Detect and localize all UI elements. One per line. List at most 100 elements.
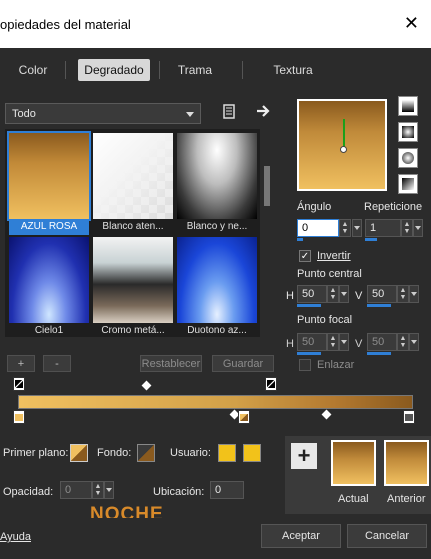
color-stop-swatch — [15, 414, 23, 421]
tab-texture[interactable]: Textura — [258, 59, 328, 81]
center-point-label: Punto central — [297, 268, 362, 280]
angle-slider[interactable] — [297, 238, 303, 241]
center-v-stepper[interactable]: ▲ ▼ — [397, 285, 409, 303]
transparency-stop[interactable] — [13, 377, 25, 391]
center-h-label: H — [286, 290, 294, 302]
previous-swatch-preview — [386, 442, 427, 484]
color-stop[interactable] — [13, 410, 25, 424]
gallery-scrollbar[interactable] — [262, 140, 272, 337]
radial-style-button[interactable] — [398, 148, 418, 168]
gradient-thumb-label: Blanco aten... — [102, 221, 164, 232]
user-color-swatch[interactable] — [218, 444, 236, 462]
opacity-stepper[interactable]: ▲ ▼ — [92, 481, 104, 499]
add-gradient-button[interactable]: + — [7, 355, 35, 372]
gradient-bar[interactable] — [18, 395, 413, 409]
remove-gradient-button[interactable]: - — [43, 355, 71, 372]
gradient-thumb[interactable]: AZUL ROSA — [7, 131, 91, 235]
previous-swatch[interactable] — [384, 440, 429, 486]
foreground-swatch[interactable] — [70, 444, 88, 462]
category-dropdown[interactable]: Todo — [5, 103, 201, 124]
focal-v-dropdown-button[interactable] — [409, 333, 419, 351]
close-icon[interactable]: ✕ — [404, 13, 419, 34]
invert-checkbox[interactable]: ✓ — [299, 250, 311, 262]
linear-style-button[interactable] — [398, 96, 418, 116]
color-stop[interactable] — [238, 410, 250, 424]
center-v-dropdown-button[interactable] — [409, 285, 419, 303]
gradient-gallery: AZUL ROSA Blanco aten... Blanco y ne... … — [5, 129, 260, 337]
repeats-slider[interactable] — [365, 238, 377, 241]
gradient-thumb[interactable]: Cromo metá... — [93, 237, 173, 336]
focal-point-label: Punto focal — [297, 314, 353, 326]
ok-button[interactable]: Aceptar — [261, 524, 341, 548]
tab-color[interactable]: Color — [10, 59, 56, 81]
focal-v-field[interactable]: 50 — [367, 333, 397, 351]
background-swatch[interactable] — [137, 444, 155, 462]
angle-dropdown-button[interactable] — [352, 219, 362, 237]
focal-v-label: V — [355, 338, 363, 350]
previous-label: Anterior — [387, 493, 426, 505]
save-gradient-button[interactable]: Guardar — [212, 355, 274, 372]
gradient-thumb[interactable]: Duotono az... — [177, 237, 257, 336]
link-checkbox[interactable] — [299, 359, 311, 371]
background-label: Fondo: — [97, 447, 132, 459]
center-h-field[interactable]: 50 — [297, 285, 327, 303]
center-v-field[interactable]: 50 — [367, 285, 397, 303]
current-swatch[interactable] — [331, 440, 376, 486]
opacity-field[interactable]: 0 — [60, 481, 92, 499]
transparency-stop[interactable] — [265, 377, 277, 391]
color-stop-swatch — [405, 414, 413, 421]
arrow-right-icon[interactable] — [255, 103, 271, 119]
scrollbar-thumb[interactable] — [264, 166, 270, 206]
repeats-stepper[interactable]: ▲ ▼ — [401, 219, 413, 237]
focal-h-stepper[interactable]: ▲ ▼ — [327, 333, 339, 351]
user-label: Usuario: — [170, 447, 211, 459]
transparency-midpoint[interactable] — [141, 380, 152, 391]
gradient-thumb-label: Cromo metá... — [101, 325, 165, 336]
center-h-slider[interactable] — [297, 304, 321, 307]
gradient-preview[interactable] — [297, 99, 387, 191]
user-color-picker[interactable] — [243, 444, 261, 462]
center-v-label: V — [355, 290, 363, 302]
tab-pattern[interactable]: Trama — [168, 59, 222, 81]
angle-stepper[interactable]: ▲ ▼ — [339, 219, 351, 237]
cancel-button[interactable]: Cancelar — [347, 524, 427, 548]
color-midpoint[interactable] — [321, 409, 332, 420]
sunburst-style-button[interactable] — [398, 174, 418, 194]
rectangular-style-button[interactable] — [398, 122, 418, 142]
gradient-swatch — [177, 237, 257, 323]
center-h-stepper[interactable]: ▲ ▼ — [327, 285, 339, 303]
library-menu-icon[interactable] — [222, 104, 236, 119]
angle-field[interactable]: 0 — [297, 219, 339, 237]
gradient-thumb[interactable]: Cielo1 — [9, 237, 89, 336]
gradient-thumb[interactable]: Blanco y ne... — [177, 133, 257, 232]
focal-v-stepper[interactable]: ▲ ▼ — [397, 333, 409, 351]
color-stop[interactable] — [403, 410, 415, 424]
repeats-dropdown-button[interactable] — [413, 219, 423, 237]
help-link[interactable]: Ayuda — [0, 531, 31, 543]
sunburst-style-icon — [402, 178, 414, 190]
add-swatch-button[interactable]: + — [291, 443, 317, 469]
angle-handle[interactable] — [343, 119, 345, 149]
gradient-preview-swatch — [299, 101, 385, 189]
center-handle[interactable] — [340, 146, 347, 153]
gradient-swatch — [9, 237, 89, 323]
current-label: Actual — [338, 493, 369, 505]
focal-h-dropdown-button[interactable] — [339, 333, 349, 351]
color-stop-swatch — [240, 414, 248, 421]
gradient-thumb[interactable]: Blanco aten... — [93, 133, 173, 232]
tab-separator — [242, 61, 243, 79]
reset-button[interactable]: Restablecer — [140, 355, 202, 372]
window-title: opiedades del material — [0, 17, 131, 32]
tab-gradient[interactable]: Degradado — [78, 59, 150, 81]
location-field[interactable]: 0 — [210, 481, 244, 499]
focal-v-slider[interactable] — [367, 352, 391, 355]
focal-h-slider[interactable] — [297, 352, 321, 355]
focal-h-field[interactable]: 50 — [297, 333, 327, 351]
gradient-swatch — [9, 133, 89, 219]
tab-bar: Color Degradado Trama Textura — [0, 48, 431, 91]
center-h-dropdown-button[interactable] — [339, 285, 349, 303]
center-v-slider[interactable] — [367, 304, 391, 307]
opacity-dropdown-button[interactable] — [104, 481, 114, 499]
repeats-field[interactable]: 1 — [365, 219, 401, 237]
gradient-swatch — [93, 133, 173, 219]
